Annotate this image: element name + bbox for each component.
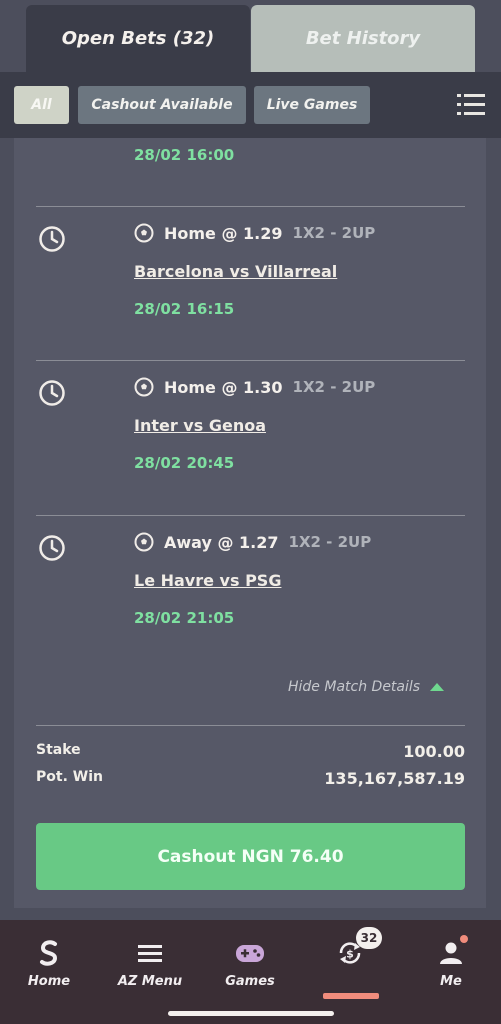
market-type: 1X2 - 2UP bbox=[288, 533, 372, 551]
selection-odds: Home @ 1.29 bbox=[164, 223, 283, 243]
bet-leg: Away @ 1.27 1X2 - 2UP Le Havre vs PSG 28… bbox=[14, 516, 486, 670]
gamepad-icon bbox=[236, 945, 264, 962]
nav-home-label: Home bbox=[27, 974, 71, 989]
hamburger-menu-icon bbox=[138, 945, 162, 962]
market-type: 1X2 - 2UP bbox=[292, 224, 376, 242]
bet-leg: Home @ 1.30 1X2 - 2UP Inter vs Genoa 28/… bbox=[14, 361, 486, 515]
nav-me-label: Me bbox=[440, 974, 462, 989]
selection-odds: Away @ 1.27 bbox=[164, 532, 279, 552]
soccer-ball-icon bbox=[134, 223, 154, 243]
tab-bet-history[interactable]: Bet History bbox=[251, 5, 475, 72]
nav-home[interactable]: Home bbox=[9, 938, 89, 989]
hide-match-details-toggle[interactable]: Hide Match Details bbox=[288, 679, 445, 695]
home-indicator-bar bbox=[168, 1011, 334, 1016]
list-menu-icon[interactable] bbox=[457, 92, 485, 118]
tab-open-bets[interactable]: Open Bets (32) bbox=[26, 5, 250, 72]
hide-match-details-label: Hide Match Details bbox=[288, 679, 421, 695]
soccer-ball-icon bbox=[134, 377, 154, 397]
potential-win-row: Pot. Win 135,167,587.19 bbox=[36, 769, 465, 788]
active-tab-indicator bbox=[323, 993, 379, 999]
potential-win-value: 135,167,587.19 bbox=[324, 769, 465, 788]
top-tabs: Open Bets (32) Bet History bbox=[0, 0, 501, 72]
stake-value: 100.00 bbox=[403, 742, 465, 761]
nav-games[interactable]: Games bbox=[210, 938, 290, 989]
open-bets-count-badge: 32 bbox=[356, 927, 382, 949]
kickoff-time: 28/02 20:45 bbox=[134, 454, 235, 472]
caret-up-icon bbox=[430, 683, 445, 691]
stake-row: Stake 100.00 bbox=[36, 742, 465, 761]
svg-text:$: $ bbox=[346, 948, 354, 961]
filter-live-games-chip[interactable]: Live Games bbox=[254, 86, 370, 124]
filter-bar: All Cashout Available Live Games bbox=[0, 72, 501, 138]
bet-slip-card: 28/02 16:00 Home @ 1.29 1X2 - 2UP Barcel… bbox=[14, 138, 486, 908]
nav-me[interactable]: Me bbox=[411, 938, 491, 989]
filter-all-chip[interactable]: All bbox=[14, 86, 69, 124]
sportybet-logo-icon bbox=[40, 940, 58, 966]
selection-odds: Home @ 1.30 bbox=[164, 377, 283, 397]
clock-icon bbox=[39, 380, 65, 406]
kickoff-time: 28/02 21:05 bbox=[134, 609, 235, 627]
filter-cashout-available-chip[interactable]: Cashout Available bbox=[78, 86, 246, 124]
bet-leg: Home @ 1.29 1X2 - 2UP Barcelona vs Villa… bbox=[14, 207, 486, 361]
soccer-ball-icon bbox=[134, 532, 154, 552]
clock-icon bbox=[39, 226, 65, 252]
stake-label: Stake bbox=[36, 742, 81, 758]
match-link[interactable]: Le Havre vs PSG bbox=[134, 571, 281, 590]
cashout-button[interactable]: Cashout NGN 76.40 bbox=[36, 823, 465, 890]
notification-dot bbox=[460, 935, 468, 943]
kickoff-time: 28/02 16:15 bbox=[134, 300, 235, 318]
nav-az-menu[interactable]: AZ Menu bbox=[110, 938, 190, 989]
previous-kickoff-time: 28/02 16:00 bbox=[134, 146, 235, 164]
nav-az-menu-label: AZ Menu bbox=[117, 974, 183, 989]
divider bbox=[36, 725, 465, 726]
match-link[interactable]: Inter vs Genoa bbox=[134, 416, 266, 435]
nav-games-label: Games bbox=[225, 974, 275, 989]
clock-icon bbox=[39, 535, 65, 561]
potential-win-label: Pot. Win bbox=[36, 769, 103, 785]
market-type: 1X2 - 2UP bbox=[292, 378, 376, 396]
match-link[interactable]: Barcelona vs Villarreal bbox=[134, 262, 337, 281]
bottom-nav: Home AZ Menu Games $ Me bbox=[0, 920, 501, 1024]
